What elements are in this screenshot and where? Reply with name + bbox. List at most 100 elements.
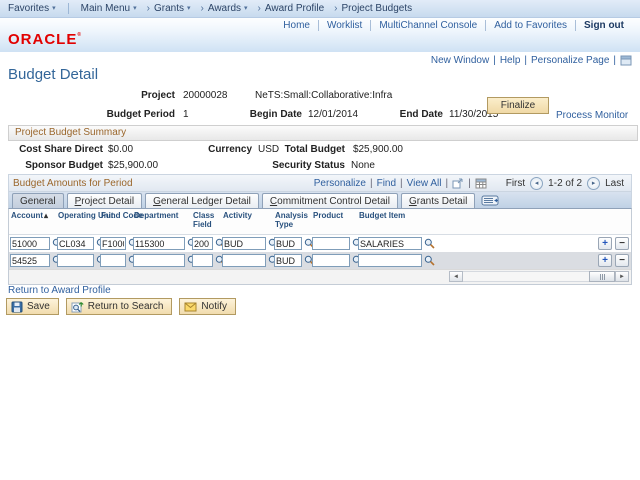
utility-links: Home Worklist MultiChannel Console Add t… xyxy=(275,20,632,31)
activity-field[interactable] xyxy=(222,254,266,267)
column-header-budget-item: Budget Item xyxy=(359,211,406,220)
personalize-link[interactable]: Personalize xyxy=(314,178,366,189)
notify-button-label: Notify xyxy=(201,301,227,312)
view-all-link[interactable]: View All xyxy=(407,178,442,189)
budget-period-label: Budget Period xyxy=(106,109,175,120)
column-header-account[interactable]: Account xyxy=(9,209,56,220)
account-field[interactable] xyxy=(10,237,50,250)
horizontal-scrollbar[interactable]: ◄ ► xyxy=(449,271,629,282)
show-all-columns-icon[interactable] xyxy=(481,195,499,206)
operating-unit-field[interactable] xyxy=(57,254,94,267)
department-field[interactable] xyxy=(133,254,185,267)
scroll-right-icon[interactable]: ► xyxy=(615,271,629,282)
delete-row-button[interactable]: − xyxy=(615,237,629,250)
tab-general[interactable]: General xyxy=(12,193,64,208)
favorites-menu[interactable]: Favorites xyxy=(0,3,69,14)
add-row-button[interactable]: + xyxy=(598,254,612,267)
save-button[interactable]: Save xyxy=(6,298,59,315)
breadcrumb-awards[interactable]: Awards xyxy=(195,3,252,14)
next-page-icon[interactable]: ▸ xyxy=(587,176,601,190)
pager-range: 1-2 of 2 xyxy=(548,177,583,189)
account-field[interactable] xyxy=(10,254,50,267)
column-header-class-field: Class Field xyxy=(193,211,215,229)
breadcrumb-main-menu[interactable]: Main Menu xyxy=(77,3,141,14)
currency-label: Currency xyxy=(208,144,252,155)
home-link[interactable]: Home xyxy=(275,20,318,31)
budget-item-lookup-icon[interactable] xyxy=(424,238,435,249)
product-field[interactable] xyxy=(312,237,350,250)
breadcrumb-grants[interactable]: Grants xyxy=(141,3,195,14)
fund-code-field[interactable] xyxy=(100,254,126,267)
copy-url-icon[interactable] xyxy=(620,55,632,66)
notify-icon xyxy=(184,302,197,312)
column-header-fund-code: Fund Code xyxy=(101,211,143,220)
cost-share-direct-label: Cost Share Direct xyxy=(19,144,103,155)
grid-title: Budget Amounts for Period xyxy=(13,177,133,189)
save-button-label: Save xyxy=(27,301,50,312)
return-to-search-button[interactable]: Return to Search xyxy=(65,298,173,315)
budget-item-field[interactable] xyxy=(358,254,422,267)
grid-body: Account Operating Unit Fund Code Departm… xyxy=(8,208,632,285)
scrollbar-track[interactable] xyxy=(463,271,589,282)
find-link[interactable]: Find xyxy=(377,178,396,189)
peoplesoft-window: Favorites Main Menu Grants Awards Award … xyxy=(0,0,640,480)
notify-button[interactable]: Notify xyxy=(179,298,236,315)
divider: | xyxy=(493,55,496,66)
table-row: + − xyxy=(9,235,631,252)
tab-grants-detail[interactable]: Grants Detail xyxy=(400,193,476,208)
fund-code-field[interactable] xyxy=(100,237,126,250)
pager-last-label: Last xyxy=(605,177,624,189)
column-header-filler xyxy=(454,209,597,211)
return-to-search-button-label: Return to Search xyxy=(87,301,164,312)
tab-commitment-control-detail[interactable]: Commitment Control Detail xyxy=(261,193,398,208)
process-monitor-link[interactable]: Process Monitor xyxy=(556,110,628,121)
department-field[interactable] xyxy=(133,237,185,250)
zoom-popout-icon[interactable] xyxy=(452,178,464,189)
return-to-award-profile-link[interactable]: Return to Award Profile xyxy=(8,285,111,296)
personalize-page-link[interactable]: Personalize Page xyxy=(531,55,609,66)
class-field-field[interactable] xyxy=(192,237,213,250)
activity-field[interactable] xyxy=(222,237,266,250)
grid-toolbar: Personalize | Find | View All | | First … xyxy=(314,176,627,190)
budget-item-field[interactable] xyxy=(358,237,422,250)
divider: | xyxy=(613,55,616,66)
add-row-button[interactable]: + xyxy=(598,237,612,250)
budget-amounts-grid: Budget Amounts for Period Personalize | … xyxy=(8,174,632,285)
project-description: NeTS:Small:Collaborative:Infra xyxy=(255,90,393,101)
previous-page-icon[interactable]: ◂ xyxy=(530,176,544,190)
security-status-label: Security Status xyxy=(272,160,345,171)
sign-out-link[interactable]: Sign out xyxy=(575,20,632,31)
total-budget-value: $25,900.00 xyxy=(352,144,403,155)
scrollbar-thumb[interactable] xyxy=(589,271,615,282)
analysis-type-field[interactable] xyxy=(274,254,302,267)
budget-item-lookup-icon[interactable] xyxy=(424,255,435,266)
divider: | xyxy=(369,177,373,189)
breadcrumb-award-profile[interactable]: Award Profile xyxy=(252,3,329,14)
grid-tab-strip: General Project Detail General Ledger De… xyxy=(8,192,632,208)
scroll-left-icon[interactable]: ◄ xyxy=(449,271,463,282)
new-window-link[interactable]: New Window xyxy=(431,55,489,66)
breadcrumb-project-budgets: Project Budgets xyxy=(328,3,416,14)
brand-band: Home Worklist MultiChannel Console Add t… xyxy=(0,18,640,52)
delete-row-button[interactable]: − xyxy=(615,254,629,267)
help-link[interactable]: Help xyxy=(500,55,521,66)
worklist-link[interactable]: Worklist xyxy=(317,20,370,31)
column-header-activity: Activity xyxy=(223,211,252,220)
grid-title-bar: Budget Amounts for Period Personalize | … xyxy=(8,174,632,192)
add-to-favorites-link[interactable]: Add to Favorites xyxy=(485,20,575,31)
tab-general-ledger-detail[interactable]: General Ledger Detail xyxy=(145,193,259,208)
finalize-button[interactable]: Finalize xyxy=(487,97,549,114)
divider: | xyxy=(468,177,471,189)
cost-share-direct-value: $0.00 xyxy=(108,144,134,155)
product-field[interactable] xyxy=(312,254,350,267)
oracle-logo: ORACLE xyxy=(8,31,82,48)
tab-project-detail[interactable]: Project Detail xyxy=(66,193,143,208)
begin-date-label: Begin Date xyxy=(249,109,302,120)
sponsor-budget-value: $25,900.00 xyxy=(108,160,159,171)
analysis-type-field[interactable] xyxy=(274,237,302,250)
download-grid-icon[interactable] xyxy=(475,178,487,189)
class-field-field[interactable] xyxy=(192,254,213,267)
multichannel-console-link[interactable]: MultiChannel Console xyxy=(370,20,485,31)
operating-unit-field[interactable] xyxy=(57,237,94,250)
column-header-operating-unit: Operating Unit xyxy=(58,211,114,220)
